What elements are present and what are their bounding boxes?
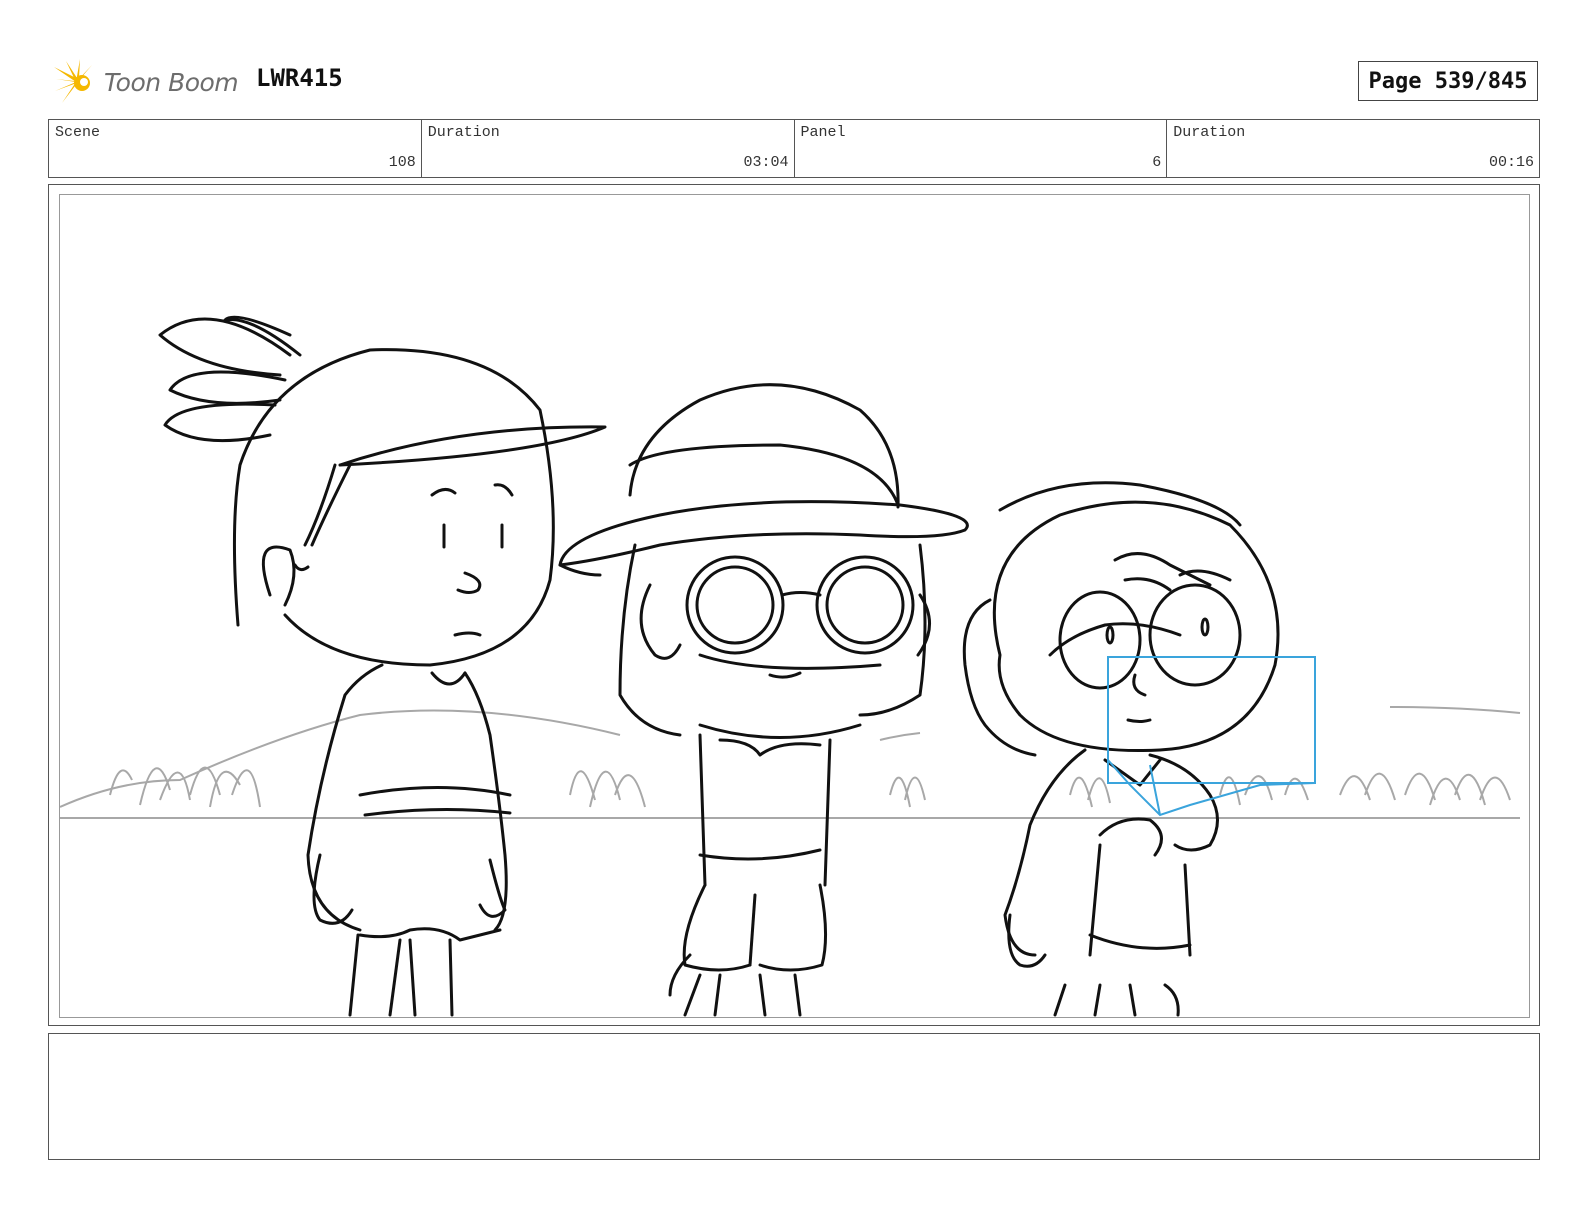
- logo-text: Toon Boom: [104, 67, 239, 97]
- page-indicator: Page 539/845: [1358, 61, 1538, 101]
- scene-value: 108: [388, 154, 416, 171]
- character-left: [158, 315, 607, 1017]
- panel-label: Panel: [800, 124, 846, 141]
- character-right: [962, 481, 1280, 1017]
- panel-notes: [48, 1033, 1540, 1160]
- project-code: LWR415: [256, 64, 343, 92]
- starburst-logo-icon: [54, 59, 92, 103]
- character-sketches: [158, 315, 1280, 1017]
- panel-cell: Panel 6: [795, 120, 1168, 177]
- panel-value: 6: [1152, 154, 1162, 171]
- panel-duration-label: Duration: [1173, 124, 1246, 141]
- panel-duration-cell: Duration 00:16: [1167, 120, 1539, 177]
- scene-duration-label: Duration: [427, 124, 500, 141]
- scene-duration-cell: Duration 03:04: [422, 120, 795, 177]
- panel-duration-value: 00:16: [1488, 154, 1534, 171]
- toon-boom-logo: Toon Boom: [52, 56, 242, 108]
- panel-info-row: Scene 108 Duration 03:04 Panel 6 Duratio…: [48, 119, 1540, 178]
- scene-label: Scene: [55, 124, 101, 141]
- scene-cell: Scene 108: [49, 120, 422, 177]
- character-middle: [558, 383, 969, 1017]
- panel-image: [59, 194, 1530, 1018]
- storyboard-sketch: [60, 315, 1521, 1017]
- scene-duration-value: 03:04: [743, 154, 789, 171]
- background-sketch: [60, 706, 1521, 819]
